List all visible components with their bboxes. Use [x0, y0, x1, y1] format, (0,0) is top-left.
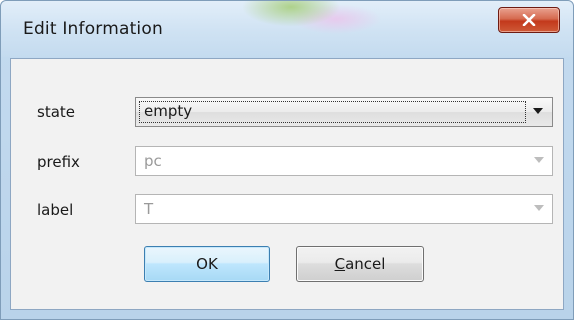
prefix-dropdown[interactable]: pc: [135, 146, 553, 176]
label-value: T: [144, 200, 154, 218]
state-dropdown[interactable]: empty: [135, 97, 553, 127]
close-icon: [522, 14, 536, 26]
state-value: empty: [144, 102, 193, 120]
dialog-window: Edit Information state empty prefix pc l…: [0, 0, 574, 320]
label-dropdown[interactable]: T: [135, 194, 553, 224]
cancel-button[interactable]: Cancel: [296, 246, 424, 282]
state-label: state: [37, 103, 75, 121]
close-button[interactable]: [498, 7, 560, 33]
cancel-button-label: Cancel: [334, 255, 386, 273]
chevron-down-icon: [533, 108, 543, 114]
chevron-down-icon: [534, 157, 544, 163]
window-title: Edit Information: [23, 19, 163, 39]
ok-button[interactable]: OK: [144, 246, 270, 282]
chevron-down-icon: [534, 205, 544, 211]
focus-indicator: [139, 101, 526, 123]
prefix-value: pc: [144, 152, 162, 170]
prefix-label: prefix: [37, 153, 80, 171]
dialog-body: state empty prefix pc label T OK Cancel: [10, 58, 564, 310]
title-bar[interactable]: Edit Information: [1, 1, 573, 57]
ok-button-label: OK: [196, 255, 218, 273]
label-label: label: [37, 201, 74, 219]
